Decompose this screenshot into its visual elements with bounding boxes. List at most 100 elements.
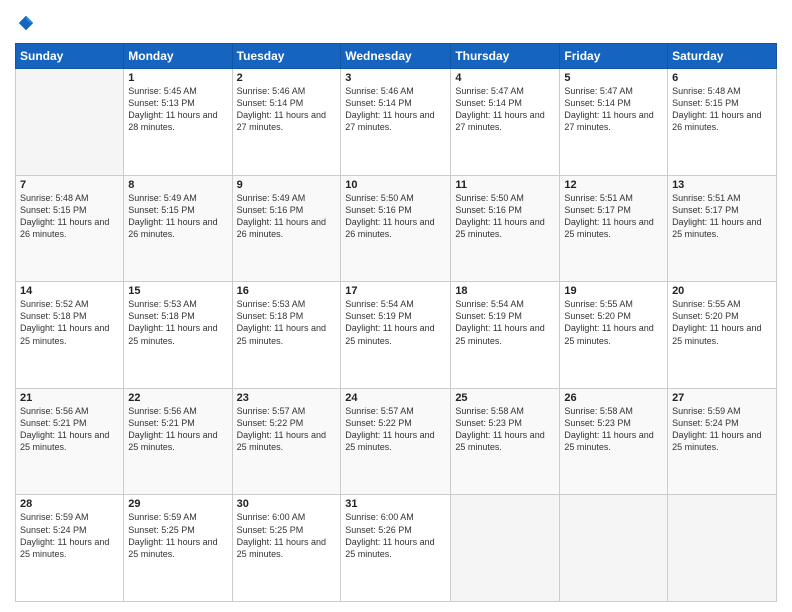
cell-info: Sunrise: 5:48 AMSunset: 5:15 PMDaylight:… [20,193,109,239]
calendar-cell: 20 Sunrise: 5:55 AMSunset: 5:20 PMDayligh… [668,282,777,389]
day-number: 23 [237,392,337,404]
day-number: 29 [128,498,227,510]
calendar-cell: 1 Sunrise: 5:45 AMSunset: 5:13 PMDaylight… [124,69,232,176]
calendar-page: SundayMondayTuesdayWednesdayThursdayFrid… [0,0,792,612]
logo [15,14,35,37]
logo-icon [17,14,35,32]
day-number: 26 [564,392,663,404]
calendar-cell: 27 Sunrise: 5:59 AMSunset: 5:24 PMDayligh… [668,388,777,495]
day-number: 16 [237,285,337,297]
cell-info: Sunrise: 5:56 AMSunset: 5:21 PMDaylight:… [128,406,217,452]
calendar-cell: 25 Sunrise: 5:58 AMSunset: 5:23 PMDayligh… [451,388,560,495]
calendar-week-row: 28 Sunrise: 5:59 AMSunset: 5:24 PMDayligh… [16,495,777,602]
day-number: 8 [128,179,227,191]
day-number: 14 [20,285,119,297]
cell-info: Sunrise: 5:48 AMSunset: 5:15 PMDaylight:… [672,86,761,132]
day-number: 9 [237,179,337,191]
calendar-cell [451,495,560,602]
calendar-cell: 8 Sunrise: 5:49 AMSunset: 5:15 PMDaylight… [124,175,232,282]
cell-info: Sunrise: 5:51 AMSunset: 5:17 PMDaylight:… [672,193,761,239]
calendar-cell: 13 Sunrise: 5:51 AMSunset: 5:17 PMDayligh… [668,175,777,282]
calendar-cell [16,69,124,176]
cell-info: Sunrise: 5:46 AMSunset: 5:14 PMDaylight:… [237,86,326,132]
cell-info: Sunrise: 5:51 AMSunset: 5:17 PMDaylight:… [564,193,653,239]
cell-info: Sunrise: 5:49 AMSunset: 5:15 PMDaylight:… [128,193,217,239]
weekday-header-friday: Friday [560,44,668,69]
cell-info: Sunrise: 5:55 AMSunset: 5:20 PMDaylight:… [564,299,653,345]
calendar-cell: 3Sunrise: 5:46 AMSunset: 5:14 PMDaylight… [341,69,451,176]
day-number: 24 [345,392,446,404]
day-number: 21 [20,392,119,404]
cell-info: Sunrise: 5:59 AMSunset: 5:24 PMDaylight:… [672,406,761,452]
calendar-cell: 21 Sunrise: 5:56 AMSunset: 5:21 PMDayligh… [16,388,124,495]
weekday-header-tuesday: Tuesday [232,44,341,69]
calendar-cell: 16 Sunrise: 5:53 AMSunset: 5:18 PMDayligh… [232,282,341,389]
day-number: 12 [564,179,663,191]
cell-info: Sunrise: 5:58 AMSunset: 5:23 PMDaylight:… [564,406,653,452]
calendar-cell: 12 Sunrise: 5:51 AMSunset: 5:17 PMDayligh… [560,175,668,282]
calendar-cell: 15 Sunrise: 5:53 AMSunset: 5:18 PMDayligh… [124,282,232,389]
day-number: 20 [672,285,772,297]
day-number: 18 [455,285,555,297]
cell-info: Sunrise: 5:57 AMSunset: 5:22 PMDaylight:… [237,406,326,452]
cell-info: Sunrise: 5:49 AMSunset: 5:16 PMDaylight:… [237,193,326,239]
day-number: 27 [672,392,772,404]
weekday-header-thursday: Thursday [451,44,560,69]
calendar-cell: 11 Sunrise: 5:50 AMSunset: 5:16 PMDayligh… [451,175,560,282]
cell-info: Sunrise: 5:59 AMSunset: 5:24 PMDaylight:… [20,512,109,558]
calendar-cell: 30Sunrise: 6:00 AMSunset: 5:25 PMDayligh… [232,495,341,602]
weekday-header-saturday: Saturday [668,44,777,69]
cell-info: Sunrise: 5:59 AMSunset: 5:25 PMDaylight:… [128,512,217,558]
day-number: 13 [672,179,772,191]
day-number: 5 [564,72,663,84]
day-number: 17 [345,285,446,297]
day-number: 6 [672,72,772,84]
cell-info: Sunrise: 5:58 AMSunset: 5:23 PMDaylight:… [455,406,544,452]
cell-info: Sunrise: 5:56 AMSunset: 5:21 PMDaylight:… [20,406,109,452]
calendar-cell: 31Sunrise: 6:00 AMSunset: 5:26 PMDayligh… [341,495,451,602]
calendar-cell: 2 Sunrise: 5:46 AMSunset: 5:14 PMDaylight… [232,69,341,176]
cell-info: Sunrise: 5:53 AMSunset: 5:18 PMDaylight:… [237,299,326,345]
header [15,10,777,37]
cell-info: Sunrise: 5:46 AMSunset: 5:14 PMDaylight:… [345,86,434,132]
calendar-table: SundayMondayTuesdayWednesdayThursdayFrid… [15,43,777,602]
calendar-cell: 29 Sunrise: 5:59 AMSunset: 5:25 PMDayligh… [124,495,232,602]
weekday-header-monday: Monday [124,44,232,69]
weekday-header-sunday: Sunday [16,44,124,69]
cell-info: Sunrise: 5:47 AMSunset: 5:14 PMDaylight:… [455,86,544,132]
cell-info: Sunrise: 5:50 AMSunset: 5:16 PMDaylight:… [345,193,434,239]
cell-info: Sunrise: 5:47 AMSunset: 5:14 PMDaylight:… [564,86,653,132]
day-number: 10 [345,179,446,191]
day-number: 15 [128,285,227,297]
calendar-cell: 5 Sunrise: 5:47 AMSunset: 5:14 PMDaylight… [560,69,668,176]
cell-info: Sunrise: 5:57 AMSunset: 5:22 PMDaylight:… [345,406,434,452]
calendar-cell: 23 Sunrise: 5:57 AMSunset: 5:22 PMDayligh… [232,388,341,495]
day-number: 1 [128,72,227,84]
cell-info: Sunrise: 5:53 AMSunset: 5:18 PMDaylight:… [128,299,217,345]
calendar-week-row: 21 Sunrise: 5:56 AMSunset: 5:21 PMDayligh… [16,388,777,495]
day-number: 28 [20,498,119,510]
cell-info: Sunrise: 5:52 AMSunset: 5:18 PMDaylight:… [20,299,109,345]
day-number: 7 [20,179,119,191]
day-number: 25 [455,392,555,404]
calendar-week-row: 7 Sunrise: 5:48 AMSunset: 5:15 PMDaylight… [16,175,777,282]
calendar-cell: 17Sunrise: 5:54 AMSunset: 5:19 PMDayligh… [341,282,451,389]
calendar-cell [668,495,777,602]
day-number: 2 [237,72,337,84]
calendar-cell: 10 Sunrise: 5:50 AMSunset: 5:16 PMDayligh… [341,175,451,282]
day-number: 4 [455,72,555,84]
day-number: 11 [455,179,555,191]
cell-info: Sunrise: 5:50 AMSunset: 5:16 PMDaylight:… [455,193,544,239]
calendar-cell: 24 Sunrise: 5:57 AMSunset: 5:22 PMDayligh… [341,388,451,495]
calendar-cell: 22 Sunrise: 5:56 AMSunset: 5:21 PMDayligh… [124,388,232,495]
cell-info: Sunrise: 5:55 AMSunset: 5:20 PMDaylight:… [672,299,761,345]
calendar-week-row: 14 Sunrise: 5:52 AMSunset: 5:18 PMDayligh… [16,282,777,389]
cell-info: Sunrise: 5:54 AMSunset: 5:19 PMDaylight:… [455,299,544,345]
calendar-cell: 7 Sunrise: 5:48 AMSunset: 5:15 PMDaylight… [16,175,124,282]
day-number: 30 [237,498,337,510]
day-number: 31 [345,498,446,510]
weekday-header-wednesday: Wednesday [341,44,451,69]
day-number: 22 [128,392,227,404]
cell-info: Sunrise: 5:45 AMSunset: 5:13 PMDaylight:… [128,86,217,132]
calendar-week-row: 1 Sunrise: 5:45 AMSunset: 5:13 PMDaylight… [16,69,777,176]
